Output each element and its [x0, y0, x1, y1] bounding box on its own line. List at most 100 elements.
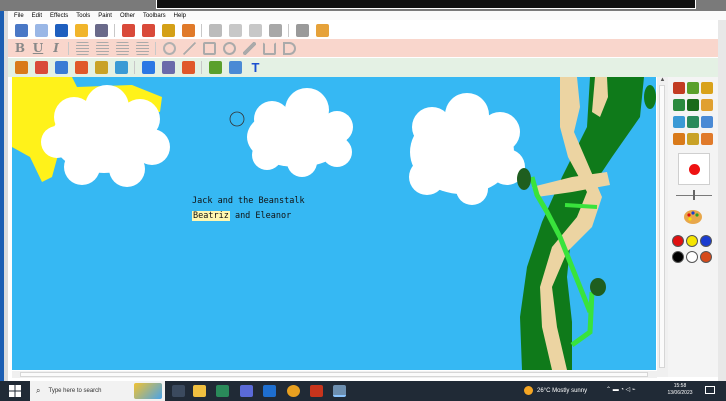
brush-style-icon[interactable] — [701, 133, 713, 145]
color-swatch[interactable] — [672, 235, 684, 247]
brush-tool-icon[interactable] — [15, 61, 28, 74]
color-swatch[interactable] — [672, 251, 684, 263]
sun-weather-icon — [524, 386, 533, 395]
settings-icon[interactable] — [162, 23, 175, 37]
redo-icon[interactable] — [142, 23, 155, 37]
resize-icon[interactable] — [229, 61, 242, 74]
beanstalk-drawing — [517, 77, 656, 370]
brush-style-icon[interactable] — [673, 82, 685, 94]
pen-icon[interactable] — [243, 41, 256, 55]
italic-button[interactable]: I — [50, 41, 62, 55]
menu-tools[interactable]: Tools — [76, 13, 90, 19]
drawing-canvas[interactable]: Jack and the Beanstalk Beatriz and Elean… — [12, 77, 656, 370]
menu-help[interactable]: Help — [174, 13, 186, 19]
brush-style-icon[interactable] — [687, 99, 699, 111]
store-icon[interactable] — [216, 385, 229, 397]
rectangle-icon[interactable] — [203, 41, 216, 55]
brush-style-icon[interactable] — [701, 116, 713, 128]
line-icon[interactable] — [183, 41, 196, 55]
scroll-up-icon[interactable]: ▲ — [657, 77, 668, 83]
brush-style-icon[interactable] — [687, 133, 699, 145]
brush-style-icon[interactable] — [687, 116, 699, 128]
color-swatch[interactable] — [686, 235, 698, 247]
weather-widget[interactable]: 26°C Mostly sunny — [524, 386, 587, 395]
windows-start-icon[interactable] — [9, 385, 21, 397]
brush-style-icon[interactable] — [701, 82, 713, 94]
shapes-icon[interactable] — [209, 61, 222, 74]
polygon-icon[interactable] — [263, 41, 276, 55]
ellipse-icon[interactable] — [223, 41, 236, 55]
spray-icon[interactable] — [95, 61, 108, 74]
align-right-icon[interactable] — [116, 41, 129, 55]
names-rest: and Eleanor — [229, 211, 292, 221]
save-icon[interactable] — [55, 23, 68, 37]
canvas-drawing — [12, 77, 656, 370]
brush-size-slider-knob[interactable] — [693, 190, 695, 200]
brush-cursor — [229, 111, 245, 127]
text-tool-icon[interactable]: T — [249, 61, 262, 74]
toolbar-separator — [288, 23, 289, 37]
effects-icon[interactable] — [182, 23, 195, 37]
teams-icon[interactable] — [240, 385, 253, 397]
search-icon: ⌕ — [36, 386, 41, 395]
open-folder-icon[interactable] — [75, 23, 88, 37]
gallery-icon[interactable] — [316, 23, 329, 37]
undo-icon[interactable] — [122, 23, 135, 37]
draw-toolbar: T — [8, 58, 718, 77]
search-highlight-icon — [134, 383, 162, 399]
brush-style-icon[interactable] — [687, 82, 699, 94]
menu-other[interactable]: Other — [120, 13, 135, 19]
clear-icon[interactable] — [296, 23, 309, 37]
line-style-icon[interactable] — [163, 41, 176, 55]
notification-icon[interactable] — [705, 386, 715, 395]
vertical-scroll-thumb[interactable] — [659, 85, 665, 368]
color-swatch[interactable] — [700, 251, 712, 263]
menu-paint[interactable]: Paint — [98, 13, 112, 19]
print-icon[interactable] — [95, 23, 108, 37]
stamp-icon[interactable] — [75, 61, 88, 74]
toolbar-separator — [201, 61, 202, 74]
mirror-icon[interactable] — [182, 61, 195, 74]
chrome-icon[interactable] — [287, 385, 300, 397]
system-tray-icons[interactable]: ⌃ ▬ ◔ ◁ ⌁ — [606, 386, 636, 393]
cloud-drawing — [409, 93, 525, 205]
eraser-icon[interactable] — [55, 61, 68, 74]
menu-file[interactable]: File — [14, 13, 24, 19]
menu-effects[interactable]: Effects — [50, 13, 68, 19]
justify-icon[interactable] — [136, 41, 149, 55]
delete-icon[interactable] — [269, 23, 282, 37]
new-picture-icon[interactable] — [15, 23, 28, 37]
paint-bucket-icon[interactable] — [35, 61, 48, 74]
pattern-icon[interactable] — [115, 61, 128, 74]
cut-icon[interactable] — [209, 23, 222, 37]
palette-icon[interactable] — [683, 209, 703, 225]
paint-app-icon[interactable] — [333, 385, 346, 397]
copy-icon[interactable] — [229, 23, 242, 37]
color-swatch[interactable] — [700, 235, 712, 247]
select-icon[interactable] — [142, 61, 155, 74]
brush-style-icon[interactable] — [673, 133, 685, 145]
menu-toolbars[interactable]: Toolbars — [143, 13, 166, 19]
task-view-icon[interactable] — [172, 385, 185, 397]
menu-edit[interactable]: Edit — [32, 13, 42, 19]
paste-icon[interactable] — [249, 23, 262, 37]
horizontal-scroll-thumb[interactable] — [20, 372, 648, 377]
curve-icon[interactable] — [283, 41, 296, 55]
new-file-icon[interactable] — [35, 23, 48, 37]
left-window-accent — [0, 11, 4, 381]
brush-style-icon[interactable] — [673, 99, 685, 111]
bold-button[interactable]: B — [14, 41, 26, 55]
search-placeholder: Type here to search — [48, 388, 102, 394]
align-center-icon[interactable] — [96, 41, 109, 55]
taskbar-clock[interactable]: 15:58 13/06/2023 — [660, 383, 700, 397]
underline-button[interactable]: U — [32, 41, 44, 55]
main-toolbar — [8, 21, 718, 39]
powerpoint-icon[interactable] — [310, 385, 323, 397]
outlook-icon[interactable] — [263, 385, 276, 397]
color-swatch[interactable] — [686, 251, 698, 263]
brush-style-icon[interactable] — [701, 99, 713, 111]
file-explorer-icon[interactable] — [193, 385, 206, 397]
align-left-icon[interactable] — [76, 41, 89, 55]
grid-icon[interactable] — [162, 61, 175, 74]
brush-style-icon[interactable] — [673, 116, 685, 128]
